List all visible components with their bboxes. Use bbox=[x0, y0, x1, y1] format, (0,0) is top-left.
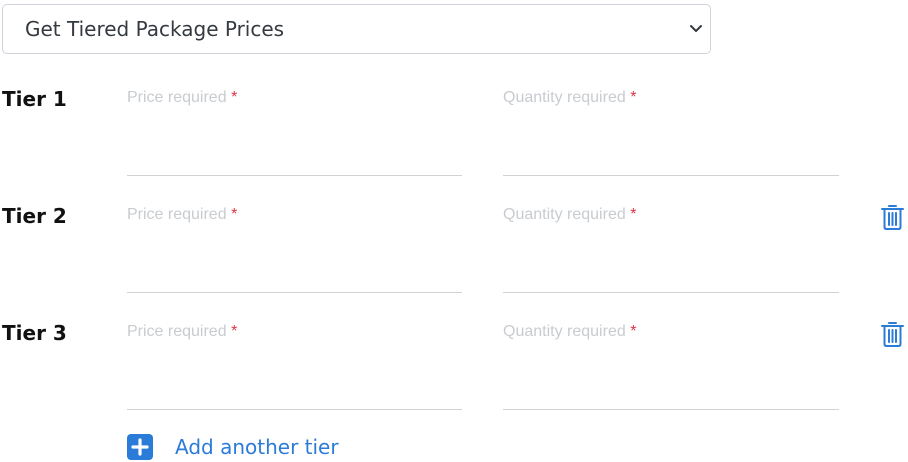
tier-row-2: Tier 2 Price required * Quantity require… bbox=[0, 203, 908, 313]
tier-2-quantity-input[interactable]: Quantity required * bbox=[503, 203, 839, 293]
package-type-selected-value: Get Tiered Package Prices bbox=[25, 17, 285, 41]
chevron-down-icon bbox=[690, 25, 702, 32]
price-placeholder: Price required * bbox=[127, 206, 238, 223]
tier-2-price-input[interactable]: Price required * bbox=[127, 203, 462, 293]
tier-1-quantity-input[interactable]: Quantity required * bbox=[503, 86, 839, 176]
trash-icon[interactable] bbox=[880, 203, 905, 231]
add-another-tier-label: Add another tier bbox=[175, 435, 339, 459]
required-marker: * bbox=[231, 323, 238, 340]
price-placeholder: Price required * bbox=[127, 89, 238, 106]
price-placeholder: Price required * bbox=[127, 323, 238, 340]
tier-label: Tier 1 bbox=[2, 87, 67, 111]
tier-label: Tier 3 bbox=[2, 321, 67, 345]
package-type-select[interactable]: Get Tiered Package Prices bbox=[2, 4, 711, 54]
tier-label: Tier 2 bbox=[2, 204, 67, 228]
trash-icon[interactable] bbox=[880, 320, 905, 348]
tier-row-1: Tier 1 Price required * Quantity require… bbox=[0, 86, 908, 196]
quantity-placeholder: Quantity required * bbox=[503, 89, 637, 106]
tier-row-3: Tier 3 Price required * Quantity require… bbox=[0, 320, 908, 430]
required-marker: * bbox=[630, 89, 637, 106]
required-marker: * bbox=[630, 206, 637, 223]
required-marker: * bbox=[630, 323, 637, 340]
required-marker: * bbox=[231, 89, 238, 106]
tier-3-quantity-input[interactable]: Quantity required * bbox=[503, 320, 839, 410]
tier-1-price-input[interactable]: Price required * bbox=[127, 86, 462, 176]
quantity-placeholder: Quantity required * bbox=[503, 323, 637, 340]
tier-3-price-input[interactable]: Price required * bbox=[127, 320, 462, 410]
add-another-tier-button[interactable]: Add another tier bbox=[127, 433, 339, 461]
required-marker: * bbox=[231, 206, 238, 223]
plus-square-icon bbox=[127, 434, 153, 460]
quantity-placeholder: Quantity required * bbox=[503, 206, 637, 223]
